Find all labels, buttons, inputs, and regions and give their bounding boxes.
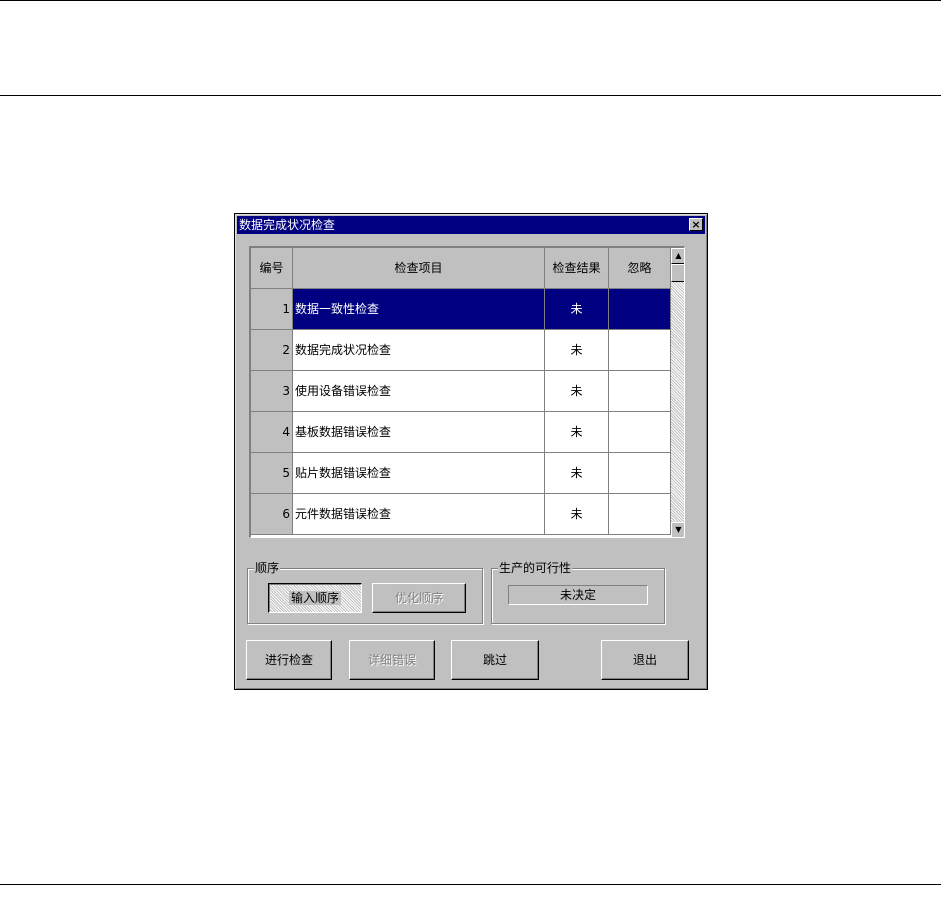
top-rule [0, 0, 941, 1]
check-result-cell[interactable]: 未 [545, 412, 609, 453]
table-row[interactable]: 5 贴片数据错误检查未 [251, 453, 671, 494]
check-result-cell[interactable]: 未 [545, 330, 609, 371]
ignore-cell[interactable] [609, 330, 671, 371]
title-bar: 数据完成状况检查 × [237, 216, 705, 234]
table-row[interactable]: 6 元件数据错误检查未 [251, 494, 671, 535]
close-button[interactable]: × [689, 218, 703, 231]
skip-label: 跳过 [482, 653, 507, 667]
check-result-cell[interactable]: 未 [545, 453, 609, 494]
column-header-item[interactable]: 检查项目 [293, 248, 545, 289]
order-group: 顺序 输入顺序 优化顺序 [247, 561, 483, 624]
input-order-label: 输入顺序 [288, 591, 341, 605]
run-check-label: 进行检查 [264, 653, 313, 667]
check-item-cell[interactable]: 数据完成状况检查 [293, 330, 545, 371]
exit-button[interactable]: 退出 [601, 640, 689, 680]
feasibility-group: 生产的可行性 未决定 [491, 561, 665, 624]
check-result-cell[interactable]: 未 [545, 494, 609, 535]
check-dialog: 数据完成状况检查 × 编号 检查项目 检查结果 忽略 1 数据一致性检查未 2 数据完… [234, 213, 708, 690]
check-item-cell[interactable]: 元件数据错误检查 [293, 494, 545, 535]
check-item-cell[interactable]: 贴片数据错误检查 [293, 453, 545, 494]
row-number[interactable]: 5 [251, 453, 293, 494]
grid-header-row: 编号 检查项目 检查结果 忽略 [251, 248, 671, 289]
ignore-cell[interactable] [609, 453, 671, 494]
scroll-up-button[interactable]: ▲ [671, 248, 684, 264]
ignore-cell[interactable] [609, 494, 671, 535]
optimize-order-button[interactable]: 优化顺序 [372, 583, 466, 613]
column-header-result[interactable]: 检查结果 [545, 248, 609, 289]
row-number[interactable]: 3 [251, 371, 293, 412]
check-item-cell[interactable]: 使用设备错误检查 [293, 371, 545, 412]
row-number[interactable]: 2 [251, 330, 293, 371]
optimize-order-label: 优化顺序 [394, 591, 443, 605]
column-header-number[interactable]: 编号 [251, 248, 293, 289]
ignore-cell[interactable] [609, 412, 671, 453]
feasibility-status: 未决定 [508, 585, 648, 605]
exit-label: 退出 [632, 653, 657, 667]
close-icon: × [691, 218, 701, 231]
order-group-label: 顺序 [254, 561, 281, 575]
check-item-cell[interactable]: 基板数据错误检查 [293, 412, 545, 453]
scroll-thumb[interactable] [671, 264, 684, 282]
arrow-down-icon: ▼ [675, 525, 682, 534]
column-header-ignore[interactable]: 忽略 [609, 248, 671, 289]
error-details-button[interactable]: 详细错误 [349, 640, 435, 680]
row-number[interactable]: 1 [251, 289, 293, 330]
check-result-cell[interactable]: 未 [545, 371, 609, 412]
arrow-up-icon: ▲ [675, 251, 682, 260]
input-order-button[interactable]: 输入顺序 [268, 583, 362, 613]
header-rule [0, 95, 941, 96]
error-details-label: 详细错误 [367, 653, 416, 667]
table-row[interactable]: 2 数据完成状况检查未 [251, 330, 671, 371]
table-row[interactable]: 1 数据一致性检查未 [251, 289, 671, 330]
check-items-grid: 编号 检查项目 检查结果 忽略 1 数据一致性检查未 2 数据完成状况检查未 3 使用设备… [249, 246, 685, 538]
footer-rule [0, 884, 941, 885]
dialog-title: 数据完成状况检查 [239, 218, 336, 232]
vertical-scrollbar[interactable]: ▲ ▼ [671, 248, 684, 537]
run-check-button[interactable]: 进行检查 [246, 640, 332, 680]
row-number[interactable]: 6 [251, 494, 293, 535]
table-row[interactable]: 3 使用设备错误检查未 [251, 371, 671, 412]
ignore-cell[interactable] [609, 371, 671, 412]
ignore-cell[interactable] [609, 289, 671, 330]
table-row[interactable]: 4 基板数据错误检查未 [251, 412, 671, 453]
skip-button[interactable]: 跳过 [451, 640, 539, 680]
scroll-down-button[interactable]: ▼ [671, 522, 684, 537]
feasibility-group-label: 生产的可行性 [498, 561, 573, 575]
check-item-cell[interactable]: 数据一致性检查 [293, 289, 545, 330]
row-number[interactable]: 4 [251, 412, 293, 453]
check-result-cell[interactable]: 未 [545, 289, 609, 330]
